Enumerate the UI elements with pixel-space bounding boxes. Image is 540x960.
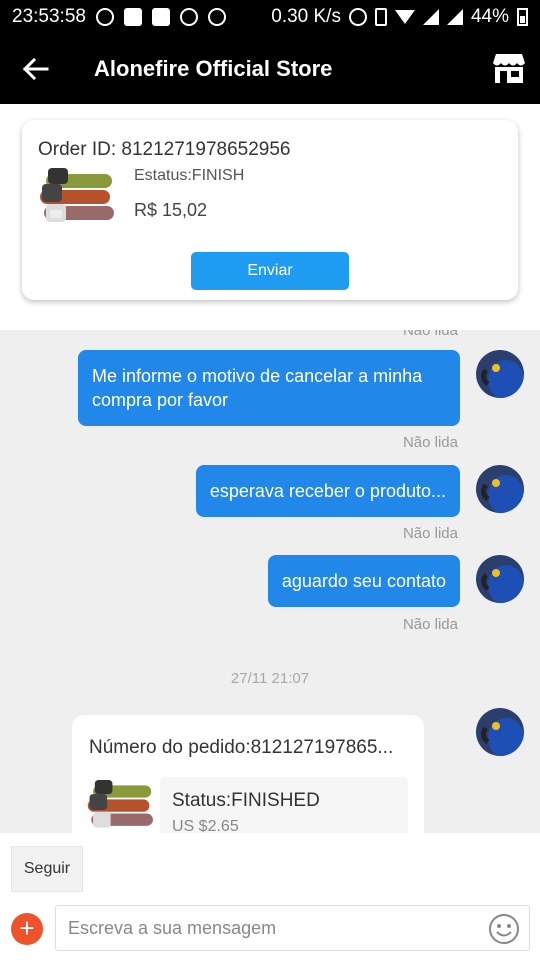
emoji-icon[interactable] <box>488 913 520 945</box>
store-icon <box>493 54 525 83</box>
message-text: aguardo seu contato <box>281 571 446 591</box>
mail-icon <box>151 8 170 26</box>
header: Alonefire Official Store <box>0 34 540 104</box>
signal-icon <box>446 9 463 25</box>
message-bubble[interactable]: esperava receber o produto... <box>195 465 460 517</box>
follow-button[interactable]: Seguir <box>11 846 83 892</box>
order-status: Status:FINISHED <box>172 790 320 811</box>
store-button[interactable] <box>492 51 526 85</box>
message-bubble[interactable]: aguardo seu contato <box>267 555 460 607</box>
alarm-icon <box>348 8 367 26</box>
wifi-icon <box>394 10 415 24</box>
order-card[interactable]: Order ID: 8121271978652956 Estatus:FINIS… <box>22 120 518 300</box>
order-number: Número do pedido:812127197865... <box>89 737 394 758</box>
read-status: Não lida <box>402 616 458 633</box>
avatar[interactable] <box>476 708 524 756</box>
read-status: Não lida <box>402 525 458 542</box>
parrot-avatar-image <box>476 465 524 513</box>
read-status: Não lida <box>402 330 458 339</box>
page-title: Alonefire Official Store <box>94 56 333 81</box>
status-bar: 23:53:58 0.30 K/s 44% <box>0 0 540 34</box>
back-button[interactable] <box>0 34 72 104</box>
network-speed: 0.30 K/s <box>271 6 341 27</box>
order-price: R$ 15,02 <box>134 200 208 220</box>
bottom-bar: Seguir + <box>0 833 540 960</box>
order-price: US $2.65 <box>172 818 239 833</box>
signal-icon <box>422 9 439 25</box>
chrome-icon <box>207 8 226 26</box>
product-image <box>87 780 153 828</box>
order-area: Order ID: 8121271978652956 Estatus:FINIS… <box>0 104 540 330</box>
order-status: Estatus:FINISH <box>134 167 245 184</box>
avatar[interactable] <box>476 465 524 513</box>
vibrate-icon <box>374 8 387 26</box>
message-text: esperava receber o produto... <box>209 481 446 501</box>
message-bubble[interactable]: Me informe o motivo de cancelar a minha … <box>78 350 460 426</box>
message-text: Me informe o motivo de cancelar a minha <box>92 366 423 386</box>
avatar[interactable] <box>476 350 524 398</box>
parrot-avatar-image <box>476 350 524 398</box>
battery-icon <box>517 8 528 26</box>
avatar[interactable] <box>476 555 524 603</box>
order-message-card[interactable]: Número do pedido:812127197865... Status:… <box>72 715 424 833</box>
send-order-button[interactable]: Enviar <box>191 252 349 290</box>
youtube-icon <box>123 8 142 26</box>
battery-level: 44% <box>470 6 509 27</box>
order-id: Order ID: 8121271978652956 <box>38 139 291 160</box>
message-input[interactable] <box>55 905 530 951</box>
date-separator: 27/11 21:07 <box>230 670 310 687</box>
read-status: Não lida <box>402 434 458 451</box>
arrow-left-icon <box>23 58 49 80</box>
message-text: compra por favor <box>92 390 229 410</box>
parrot-avatar-image <box>476 555 524 603</box>
status-time: 23:53:58 <box>12 6 86 27</box>
parrot-avatar-image <box>476 708 524 756</box>
chrome-icon <box>179 8 198 26</box>
whatsapp-icon <box>95 8 114 26</box>
plus-icon[interactable]: + <box>11 913 43 945</box>
product-image <box>40 168 114 222</box>
chat-area[interactable]: Não lida Me informe o motivo de cancelar… <box>0 330 540 833</box>
